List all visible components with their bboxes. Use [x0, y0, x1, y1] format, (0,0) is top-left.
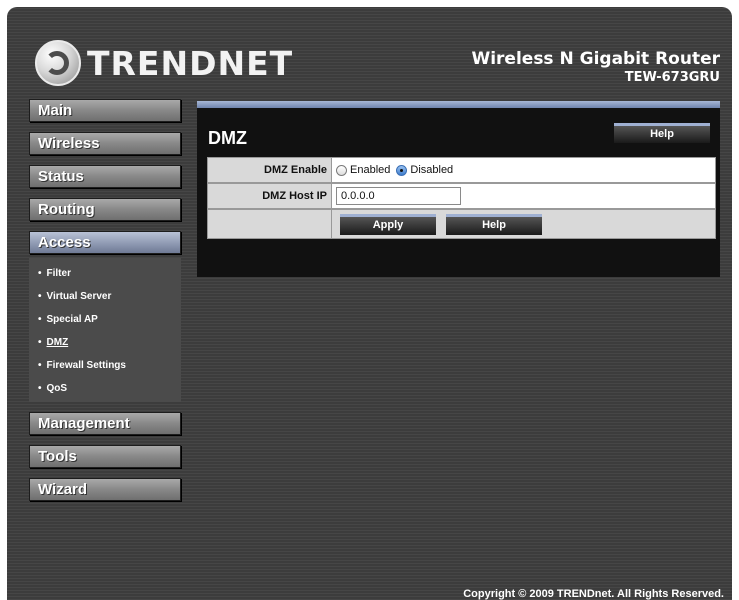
sidebar-item-wireless[interactable]: Wireless — [29, 132, 181, 155]
dmz-form: DMZ Enable Enabled Disabled DMZ Host IP … — [207, 157, 716, 239]
submenu-label: DMZ — [46, 337, 69, 348]
bullet-icon: • — [38, 360, 42, 371]
access-submenu: • Filter • Virtual Server • Special AP • DMZ… — [29, 258, 181, 402]
help-button[interactable]: Help — [446, 213, 542, 235]
enabled-radio-label[interactable]: Enabled — [350, 164, 390, 176]
dmz-host-ip-cell — [331, 183, 716, 209]
submenu-item-firewall-settings[interactable]: • Firewall Settings — [29, 354, 181, 377]
submenu-label: Virtual Server — [46, 291, 112, 302]
sidebar-item-routing[interactable]: Routing — [29, 198, 181, 221]
disabled-radio-label[interactable]: Disabled — [410, 164, 453, 176]
submenu-label: Firewall Settings — [46, 360, 126, 371]
brand-name: TRENDNET — [87, 43, 294, 83]
bullet-icon: • — [38, 337, 42, 348]
product-model: TEW-673GRU — [624, 70, 720, 85]
buttons-spacer — [207, 209, 331, 239]
form-row-dmz-host-ip: DMZ Host IP — [207, 183, 716, 209]
bullet-icon: • — [38, 314, 42, 325]
dmz-enable-label: DMZ Enable — [207, 157, 331, 183]
submenu-label: QoS — [46, 383, 68, 394]
sidebar: Main Wireless Status Routing Access • Fil… — [29, 99, 182, 511]
submenu-item-filter[interactable]: • Filter — [29, 262, 181, 285]
submenu-item-qos[interactable]: • QoS — [29, 377, 181, 400]
product-name: Wireless N Gigabit Router — [471, 49, 720, 69]
submenu-item-special-ap[interactable]: • Special AP — [29, 308, 181, 331]
dmz-host-ip-label: DMZ Host IP — [207, 183, 331, 209]
sidebar-item-main[interactable]: Main — [29, 99, 181, 122]
sidebar-item-status[interactable]: Status — [29, 165, 181, 188]
form-row-buttons: Apply Help — [207, 209, 716, 239]
submenu-label: Filter — [46, 268, 71, 279]
enabled-radio[interactable] — [336, 164, 347, 176]
bullet-icon: • — [38, 291, 42, 302]
trendnet-logo-icon — [35, 40, 81, 86]
disabled-radio[interactable] — [396, 164, 408, 176]
submenu-label: Special AP — [46, 314, 98, 325]
sidebar-item-wizard[interactable]: Wizard — [29, 478, 181, 501]
buttons-cell: Apply Help — [331, 209, 716, 239]
dmz-panel: DMZ Help DMZ Enable Enabled Disabled DMZ… — [197, 101, 720, 277]
submenu-item-virtual-server[interactable]: • Virtual Server — [29, 285, 181, 308]
trendnet-logo: TRENDNET — [35, 39, 293, 87]
sidebar-item-management[interactable]: Management — [29, 412, 181, 435]
dmz-enable-options: Enabled Disabled — [331, 157, 716, 183]
panel-accent-bar — [197, 101, 720, 108]
copyright-text: Copyright © 2009 TRENDnet. All Rights Re… — [463, 588, 724, 600]
help-button-top[interactable]: Help — [614, 123, 710, 143]
apply-button[interactable]: Apply — [340, 213, 436, 235]
sidebar-item-access[interactable]: Access — [29, 231, 181, 254]
page-title: DMZ — [208, 128, 247, 148]
router-admin-window: TRENDNET Wireless N Gigabit Router TEW-6… — [7, 7, 732, 600]
dmz-host-ip-input[interactable] — [336, 187, 461, 205]
bullet-icon: • — [38, 383, 42, 394]
sidebar-item-tools[interactable]: Tools — [29, 445, 181, 468]
bullet-icon: • — [38, 268, 42, 279]
submenu-item-dmz[interactable]: • DMZ — [29, 331, 181, 354]
product-info: Wireless N Gigabit Router TEW-673GRU — [471, 49, 720, 85]
form-row-dmz-enable: DMZ Enable Enabled Disabled — [207, 157, 716, 183]
